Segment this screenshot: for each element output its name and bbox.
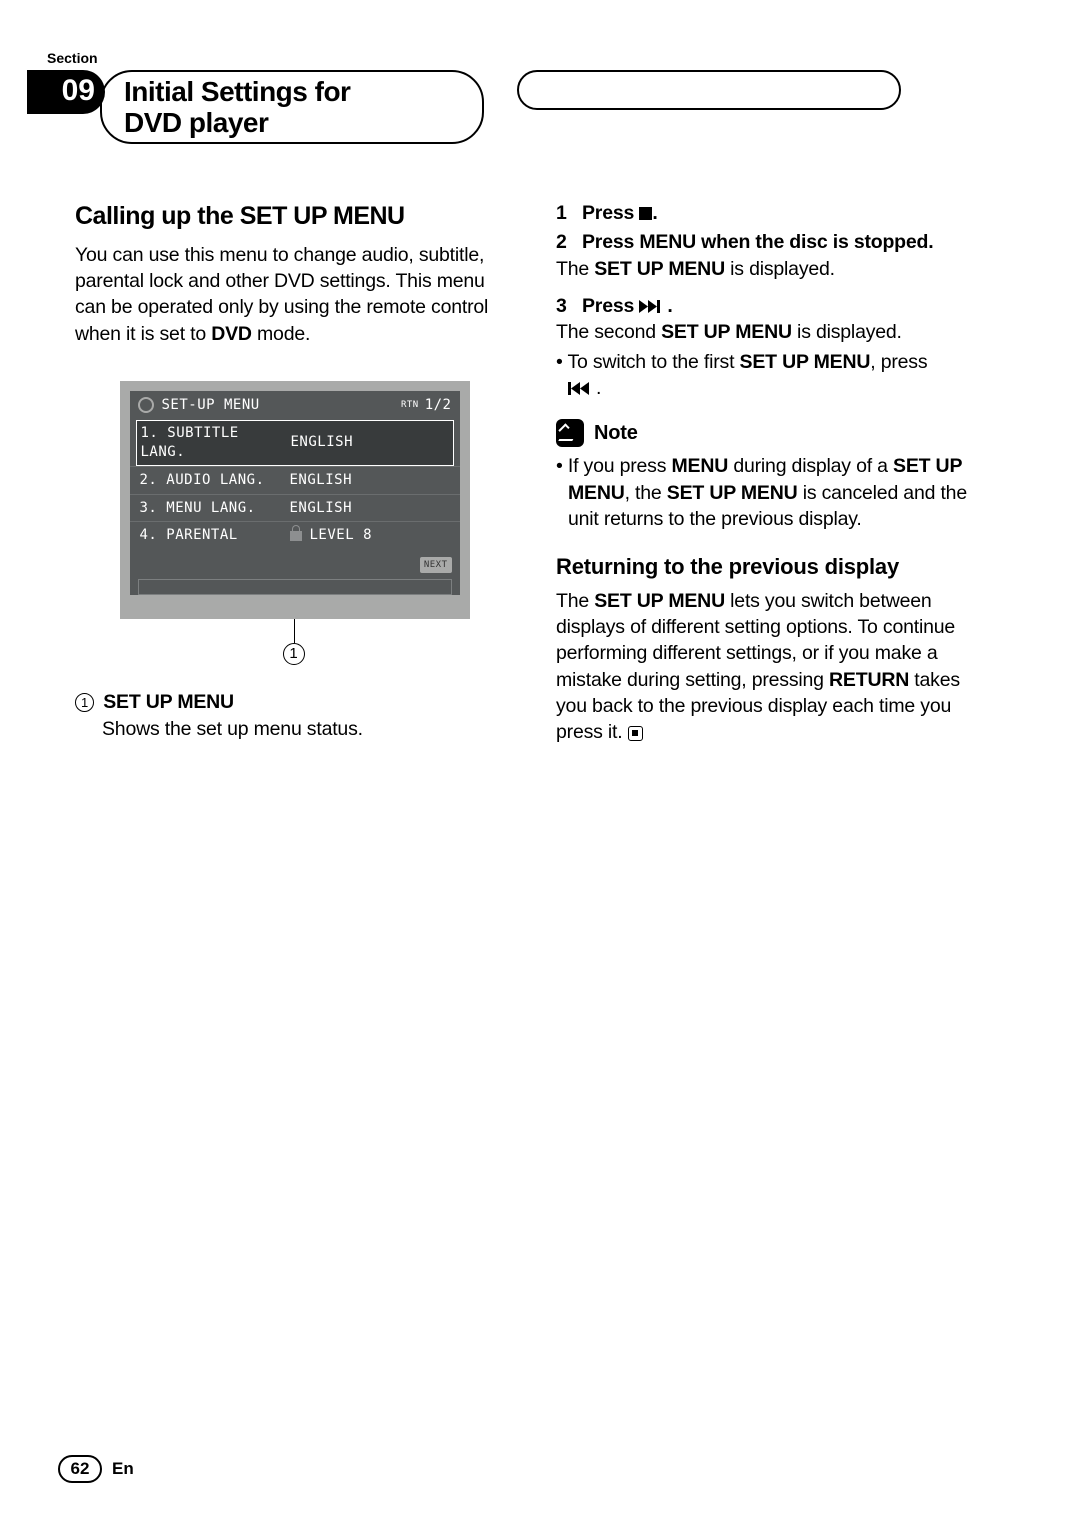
menu-rtn-label: RTN [401, 399, 419, 411]
note-b: MENU [671, 455, 728, 477]
step3-line1-c: is displayed. [792, 321, 902, 343]
legend-title: SET UP MENU [103, 691, 234, 713]
menu-row-value: ENGLISH [290, 471, 450, 490]
legend-desc: Shows the set up menu status. [102, 716, 363, 742]
menu-row-subtitle: 1. SUBTITLE LANG. ENGLISH [136, 420, 454, 466]
return-b: SET UP MENU [594, 590, 725, 612]
chapter-title-bubble: Initial Settings for DVD player [100, 70, 484, 144]
chapter-header: 09 Initial Settings for DVD player [27, 74, 995, 146]
chapter-title-line1: Initial Settings for [124, 76, 350, 107]
stop-outline-icon [628, 726, 643, 741]
menu-row-parental: 4. PARENTAL LEVEL 8 [130, 521, 460, 549]
step3-label: Press [582, 295, 639, 317]
lock-icon [290, 531, 302, 541]
step2-body-c: is displayed. [725, 258, 835, 280]
right-column: 1Press . 2Press MENU when the disc is st… [556, 200, 995, 746]
note-c: during display of a [728, 455, 893, 477]
step2-label: Press MENU when the disc is stopped. [582, 231, 933, 253]
note-a: If you press [568, 455, 672, 477]
note-icon [556, 419, 584, 447]
step3-line1-b: SET UP MENU [661, 321, 792, 343]
setup-menu-screenshot: SET-UP MENU RTN 1/2 1. SUBTITLE LANG. EN… [120, 381, 470, 665]
menu-row-menulang: 3. MENU LANG. ENGLISH [130, 494, 460, 522]
step2-body-b: SET UP MENU [594, 258, 725, 280]
stop-icon [639, 207, 652, 220]
step3-num: 3 [556, 293, 582, 319]
page-language: En [112, 1459, 134, 1479]
menu-row-label: 2. AUDIO LANG. [140, 471, 290, 490]
intro-bold: DVD [211, 323, 252, 345]
menu-row-value: ENGLISH [290, 499, 450, 518]
menu-row-label: 1. SUBTITLE LANG. [141, 424, 291, 462]
note-f: SET UP MENU [667, 482, 798, 504]
menu-row-value: ENGLISH [291, 424, 449, 462]
return-heading: Returning to the previous display [556, 552, 995, 582]
menu-row-audio: 2. AUDIO LANG. ENGLISH [130, 466, 460, 494]
intro-text-2: mode. [252, 323, 310, 345]
step2-num: 2 [556, 229, 582, 255]
left-heading: Calling up the SET UP MENU [75, 200, 514, 234]
section-number: 09 [27, 70, 105, 114]
step1-num: 1 [556, 200, 582, 226]
empty-header-bubble [517, 70, 901, 110]
skip-back-icon [568, 382, 596, 395]
menu-page-indicator: 1/2 [425, 396, 452, 415]
skip-forward-icon [639, 300, 667, 313]
menu-row-label: 3. MENU LANG. [140, 499, 290, 518]
step3-bullet-c: , press [870, 351, 927, 373]
menu-logo-icon [138, 397, 154, 413]
legend-number: 1 [75, 693, 94, 712]
step1-label: Press [582, 202, 639, 224]
menu-row-label: 4. PARENTAL [140, 526, 290, 545]
step3-line1-a: The second [556, 321, 661, 343]
menu-next-button: NEXT [420, 557, 452, 573]
menu-row-value: LEVEL 8 [290, 526, 450, 545]
step3-bullet-a: To switch to the first [568, 351, 740, 373]
step2-body-a: The [556, 258, 594, 280]
return-d: RETURN [829, 669, 909, 691]
legend: 1 SET UP MENU Shows the set up menu stat… [75, 689, 514, 742]
callout-number: 1 [283, 643, 305, 665]
step3-bullet-b: SET UP MENU [740, 351, 871, 373]
left-column: Calling up the SET UP MENU You can use t… [75, 200, 514, 746]
section-label: Section [47, 50, 995, 66]
menu-title: SET-UP MENU [162, 396, 401, 415]
return-a: The [556, 590, 594, 612]
chapter-title-line2: DVD player [124, 107, 268, 138]
page-number: 62 [58, 1455, 102, 1483]
page-footer: 62 En [58, 1455, 134, 1483]
note-label: Note [594, 420, 638, 447]
menu-scroll-bar [138, 579, 452, 595]
note-e: , the [625, 482, 667, 504]
